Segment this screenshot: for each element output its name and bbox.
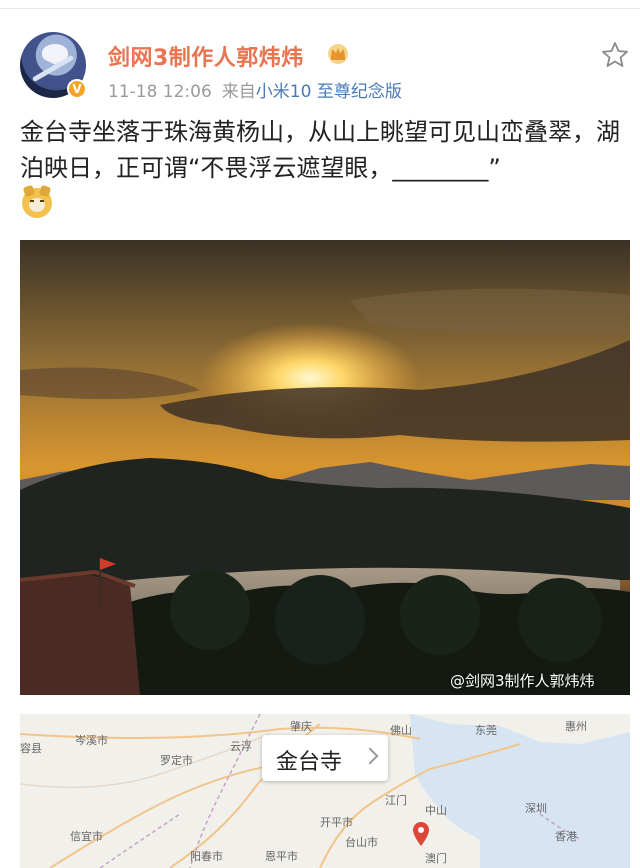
source-prefix: 来自 <box>221 82 256 102</box>
timestamp: 11-18 12:06 <box>108 82 212 102</box>
map-label: 澳门 <box>425 852 447 865</box>
verified-badge-icon: V <box>67 79 87 99</box>
map-label: 罗定市 <box>160 754 193 767</box>
source-device-link[interactable]: 小米10 至尊纪念版 <box>256 82 402 102</box>
post-text: 金台寺坐落于珠海黄杨山，从山上眺望可见山峦叠翠，湖泊映日，正可谓“不畏浮云遮望眼… <box>20 118 620 182</box>
map-label: 岑溪市 <box>75 734 108 747</box>
photo-watermark: @剑网3制作人郭炜炜 <box>450 672 595 690</box>
map-label: 云浮 <box>230 740 252 753</box>
username[interactable]: 剑网3制作人郭炜炜 <box>108 40 304 72</box>
map-label: 惠州 <box>565 720 587 733</box>
doge-emoji-icon <box>22 184 52 218</box>
map-label: 肇庆 <box>290 720 312 733</box>
map-label: 江门 <box>385 794 407 807</box>
favorite-star-icon[interactable] <box>600 40 630 70</box>
map-label: 容县 <box>20 742 42 755</box>
top-divider <box>0 8 640 9</box>
map-label: 开平市 <box>320 816 353 829</box>
post-photo[interactable] <box>20 240 630 695</box>
chevron-right-icon <box>361 747 379 765</box>
post-meta: 11-18 12:06 来自小米10 至尊纪念版 <box>108 77 402 102</box>
map-label: 香港 <box>555 830 577 843</box>
crown-icon <box>328 44 348 64</box>
map-label: 佛山 <box>390 724 412 737</box>
map-pin-icon <box>413 822 429 846</box>
sunset-landscape-image <box>20 240 630 695</box>
map-label: 中山 <box>425 804 447 817</box>
map-label: 恩平市 <box>265 850 298 863</box>
map-label: 信宜市 <box>70 830 103 843</box>
map-label: 台山市 <box>345 836 378 849</box>
map-label: 阳春市 <box>190 850 223 863</box>
map-label: 东莞 <box>475 724 497 737</box>
map-label: 深圳 <box>525 802 547 815</box>
location-card[interactable]: 金台寺 <box>262 735 388 781</box>
location-name: 金台寺 <box>276 750 343 775</box>
